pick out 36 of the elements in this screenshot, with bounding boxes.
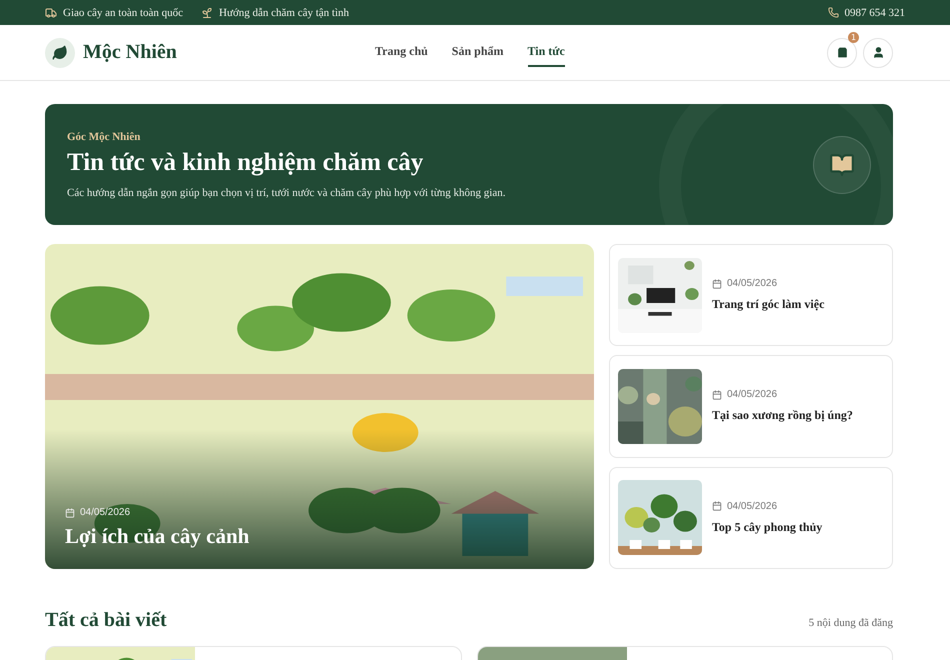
calendar-icon	[712, 501, 722, 512]
nav-link[interactable]: Trang chủ	[375, 38, 428, 67]
calendar-icon	[712, 278, 722, 289]
post-date: 04/05/2026	[80, 507, 130, 518]
hero-subtitle: Các hướng dẫn ngắn gọn giúp bạn chọn vị trí, tưới nước và chăm cây phù hợp với từng không gian.	[67, 186, 506, 198]
section-title: Tất cả bài viết	[45, 609, 167, 632]
bag-icon	[836, 46, 848, 59]
post-card[interactable]: 04/05/2026 Trang trí góc làm việc	[609, 244, 893, 346]
nav-link[interactable]: Sản phẩm	[452, 38, 504, 67]
post-card[interactable]: 04/05/2026 Top 5 cây phong thủy	[609, 466, 893, 569]
account-button[interactable]	[863, 38, 893, 68]
nav-link[interactable]: Tin tức	[528, 38, 565, 67]
post-count: 5 nội dung đã đăng	[808, 617, 893, 629]
hero-title: Tin tức và kinh nghiệm chăm cây	[67, 148, 424, 176]
topbar-text: Hướng dẫn chăm cây tận tình	[219, 6, 350, 18]
post-date: 04/05/2026	[727, 278, 778, 290]
phone-number: 0987 654 321	[844, 6, 905, 18]
logo-text[interactable]: Mộc Nhiên	[83, 41, 177, 64]
hero-eyebrow: Góc Mộc Nhiên	[67, 130, 142, 142]
post-title: Tại sao xương rồng bị úng?	[712, 408, 853, 424]
calendar-icon	[712, 390, 722, 400]
post-date: 04/05/2026	[727, 389, 778, 400]
leaf-icon	[45, 38, 75, 68]
post-title: Top 5 cây phong thủy	[712, 520, 822, 535]
topbar-text: Giao cây an toàn toàn quốc	[63, 6, 184, 18]
post-title: Trang trí góc làm việc	[712, 297, 824, 312]
cart-count: 1	[848, 32, 859, 42]
truck-icon	[45, 6, 57, 18]
post-date: 04/05/2026	[727, 500, 778, 512]
featured-title: Lợi ích của cây cảnh	[65, 524, 250, 549]
sprout-icon	[201, 6, 214, 18]
phone-icon	[828, 7, 838, 18]
calendar-icon	[65, 508, 75, 518]
featured-post[interactable]: 04/05/2026 Lợi ích của cây cảnh	[45, 244, 594, 569]
post-card[interactable]: 04/05/2026 Tại sao xương rồng bị úng?	[609, 355, 893, 458]
user-icon	[872, 46, 884, 59]
